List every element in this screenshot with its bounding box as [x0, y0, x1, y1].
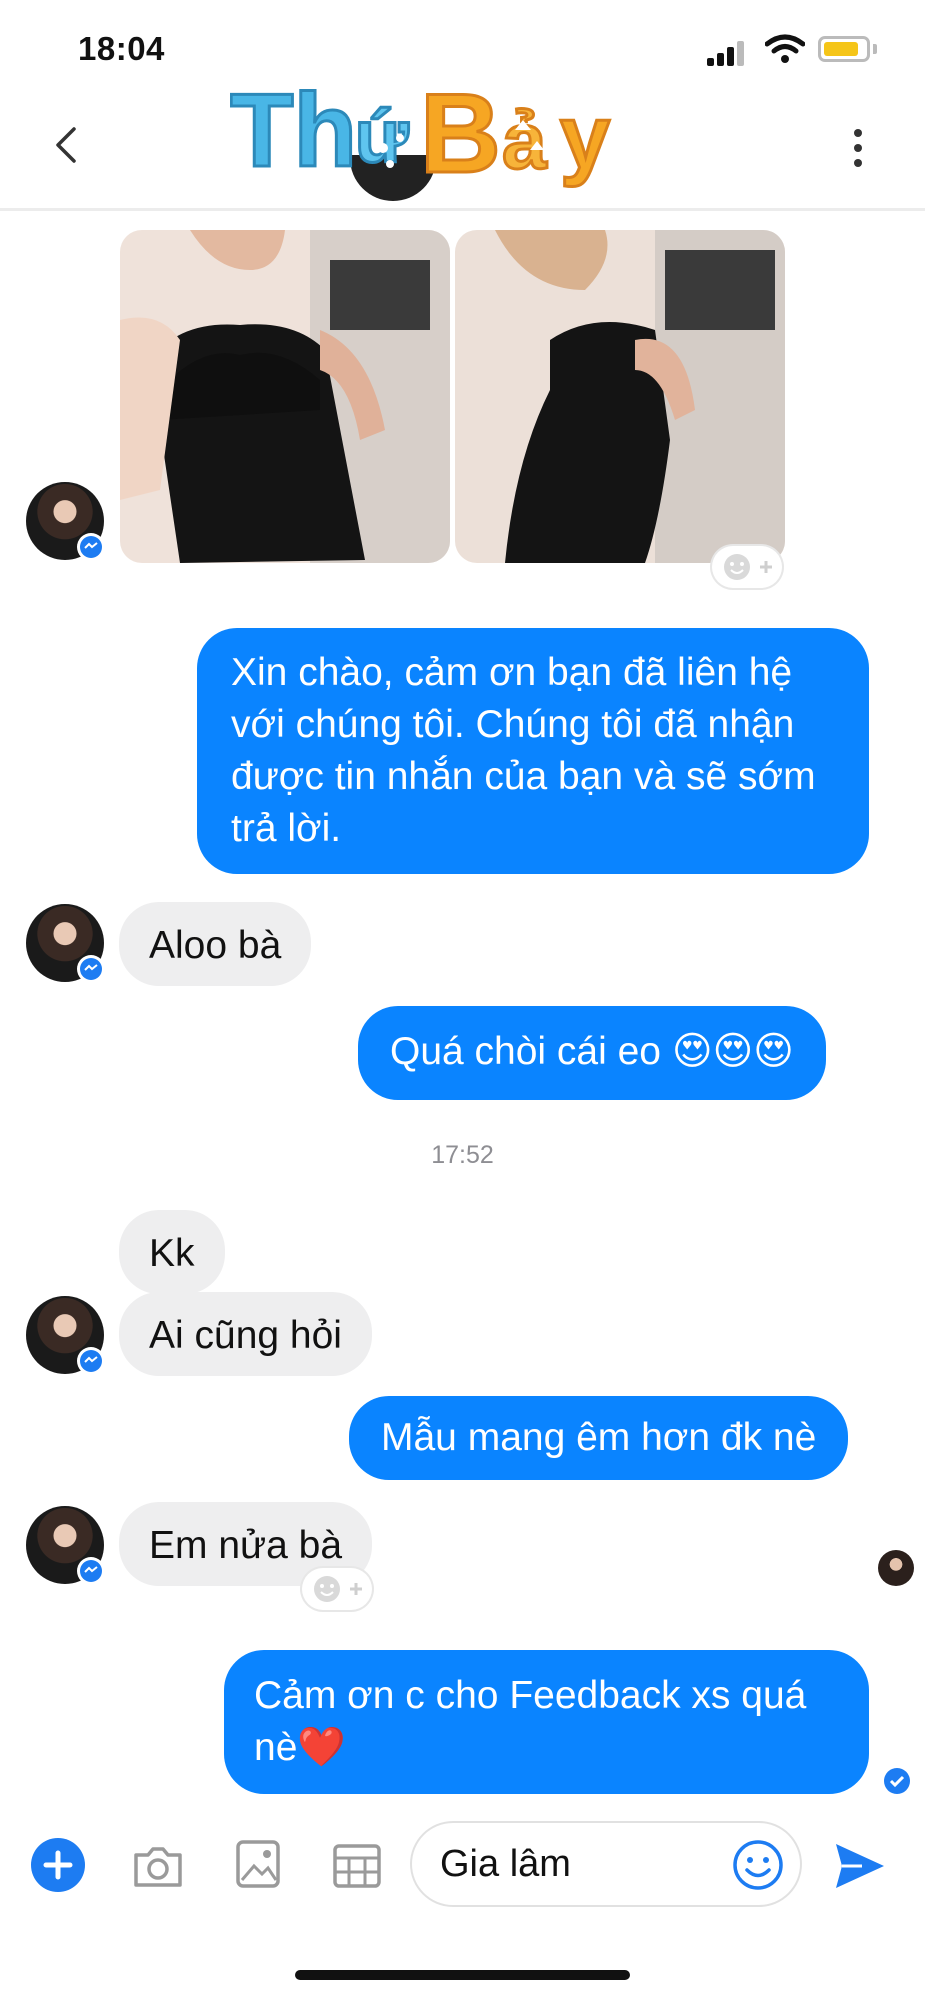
- svg-text:Th: Th: [230, 73, 357, 188]
- photo-figure: [120, 230, 450, 563]
- add-reaction-button[interactable]: [302, 1568, 372, 1610]
- svg-text:ả: ả: [502, 96, 547, 185]
- status-time: 18:04: [78, 30, 165, 67]
- brand-logo: Th ứ B ả y: [230, 70, 612, 189]
- seen-check-icon: [884, 1768, 910, 1794]
- header-divider: [0, 208, 925, 211]
- read-receipt-avatar: [878, 1550, 914, 1586]
- battery-icon: [818, 36, 870, 62]
- message-incoming[interactable]: Ai cũng hỏi: [119, 1292, 372, 1376]
- message-outgoing[interactable]: Cảm ơn c cho Feedback xs quá nè❤️: [224, 1650, 869, 1794]
- wifi-icon: [765, 34, 805, 63]
- add-reaction-icon: [314, 1576, 362, 1602]
- more-icon[interactable]: [838, 125, 878, 171]
- home-indicator: [295, 1970, 630, 1980]
- shared-photo[interactable]: [455, 230, 785, 563]
- send-icon[interactable]: [832, 1838, 888, 1894]
- message-outgoing[interactable]: Mẫu mang êm hơn đk nè: [349, 1396, 849, 1480]
- shared-photo[interactable]: [120, 230, 450, 563]
- svg-text:y: y: [560, 88, 610, 188]
- plus-icon[interactable]: [30, 1837, 86, 1893]
- photo-figure: [455, 230, 785, 563]
- add-reaction-icon: [724, 554, 772, 580]
- add-reaction-button[interactable]: [712, 546, 782, 588]
- messenger-badge-icon: [77, 955, 105, 983]
- signal-icon: [707, 40, 751, 66]
- image-icon[interactable]: [230, 1836, 286, 1892]
- camera-icon[interactable]: [130, 1839, 186, 1895]
- message-incoming[interactable]: Aloo bà: [119, 902, 312, 986]
- messenger-badge-icon: [77, 533, 105, 561]
- messenger-badge-icon: [77, 1557, 105, 1585]
- back-icon[interactable]: [48, 125, 88, 165]
- emoji-icon[interactable]: [730, 1837, 786, 1893]
- message-incoming[interactable]: Kk: [119, 1210, 225, 1294]
- battery-cap: [873, 44, 877, 54]
- sticker-icon[interactable]: [329, 1838, 385, 1894]
- message-outgoing[interactable]: Xin chào, cảm ơn bạn đã liên hệ với chún…: [197, 628, 869, 874]
- svg-text:B: B: [420, 71, 501, 188]
- message-timestamp: 17:52: [431, 1141, 494, 1169]
- message-input-text[interactable]: Gia lâm: [440, 1843, 571, 1886]
- messenger-badge-icon: [77, 1347, 105, 1375]
- battery-level: [824, 42, 858, 56]
- message-outgoing[interactable]: Quá chòi cái eo 😍😍😍: [358, 1006, 826, 1100]
